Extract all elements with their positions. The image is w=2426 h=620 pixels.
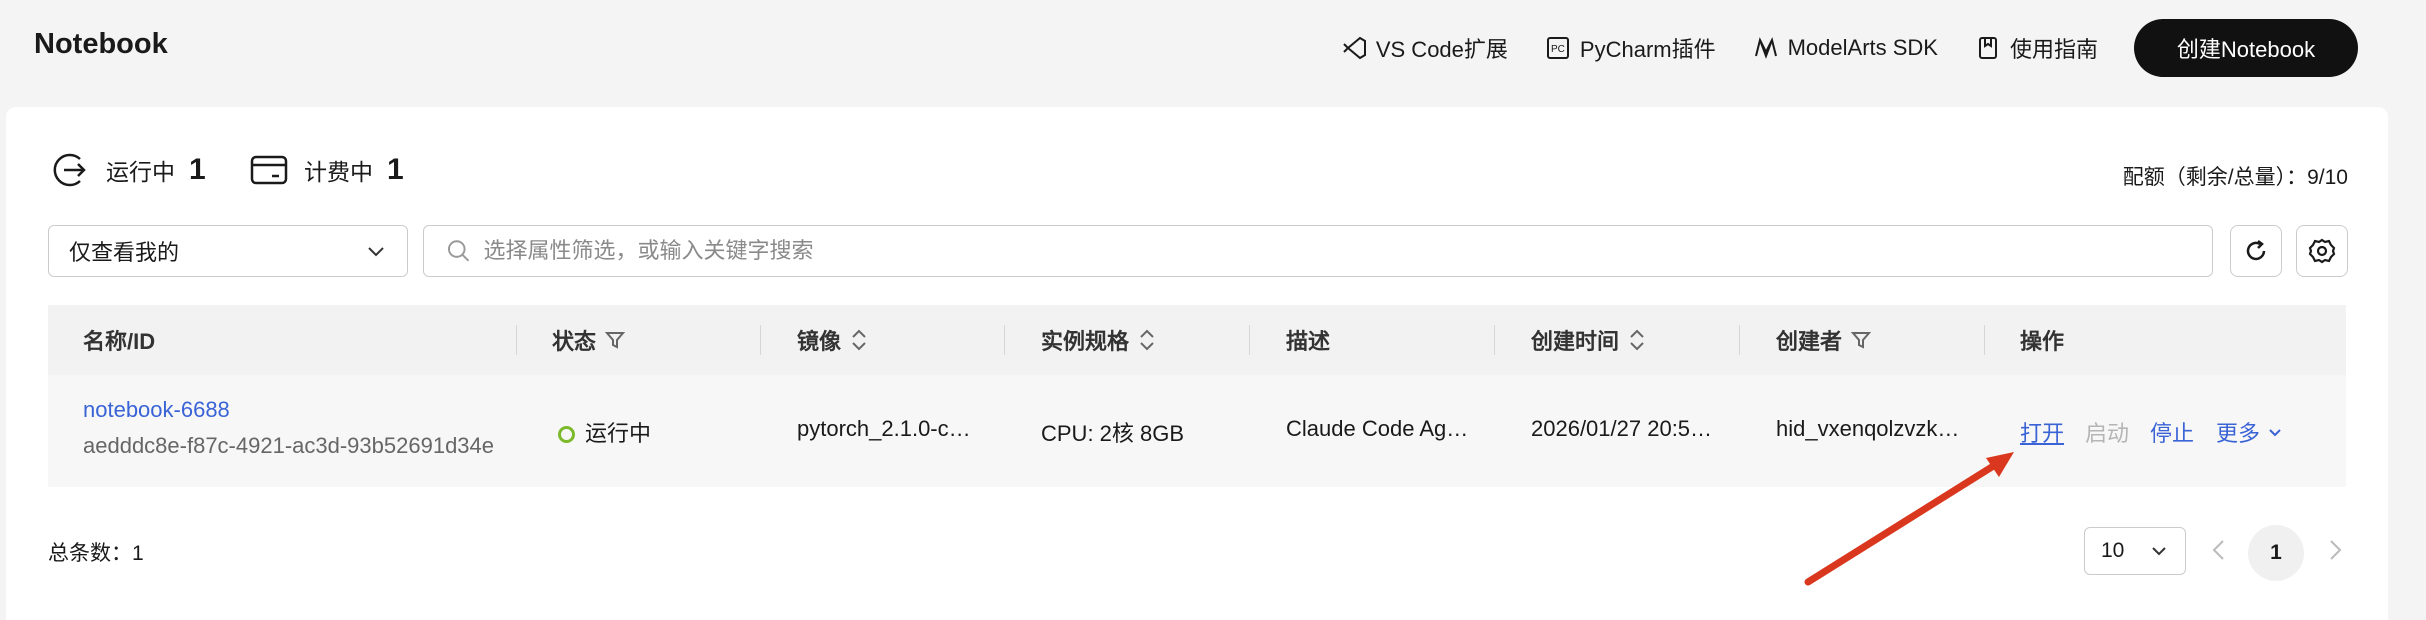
column-header-creator: 创建者 bbox=[1776, 324, 1872, 356]
column-divider[interactable] bbox=[516, 325, 517, 355]
search-icon bbox=[447, 240, 470, 262]
more-action-label: 更多 bbox=[2216, 421, 2261, 446]
header-links: VS Code扩展 PC PyCharm插件 ModelArts SDK 使用指… bbox=[1340, 18, 2426, 78]
notebook-id: aedddc8e-f87c-4921-ac3d-93b52691d34e bbox=[83, 433, 495, 458]
column-name-label: 名称/ID bbox=[83, 329, 156, 354]
billing-stat[interactable]: 计费中 1 bbox=[248, 149, 404, 191]
chevron-down-icon bbox=[2269, 429, 2281, 437]
creator-cell: hid_vxenqolzvzk… bbox=[1776, 416, 1960, 441]
chevron-down-icon bbox=[368, 247, 384, 257]
column-divider[interactable] bbox=[1249, 325, 1250, 355]
column-divider[interactable] bbox=[1004, 325, 1005, 355]
notebook-table: 名称/ID 状态 镜像 实例规格 描述 创建时间 创建者 操作 notebook… bbox=[48, 305, 2346, 487]
billing-card-icon bbox=[250, 155, 288, 185]
sort-icon[interactable] bbox=[1627, 328, 1647, 352]
book-icon bbox=[1978, 37, 1997, 59]
guide-link-label: 使用指南 bbox=[2009, 37, 2098, 62]
user-guide-link[interactable]: 使用指南 bbox=[1974, 32, 2098, 64]
filter-icon[interactable] bbox=[604, 329, 626, 351]
column-image-label: 镜像 bbox=[797, 329, 842, 354]
column-header-actions: 操作 bbox=[2020, 324, 2064, 356]
column-actions-label: 操作 bbox=[2020, 329, 2065, 354]
page-size-value: 10 bbox=[2101, 539, 2125, 562]
open-action[interactable]: 打开 bbox=[2020, 416, 2064, 448]
search-input[interactable] bbox=[483, 238, 2190, 264]
created-time-cell: 2026/01/27 20:5… bbox=[1531, 416, 1713, 441]
running-status-icon bbox=[558, 426, 575, 443]
pycharm-link-label: PyCharm插件 bbox=[1579, 37, 1716, 62]
chevron-down-icon bbox=[2152, 547, 2166, 556]
spec-cell: CPU: 2核 8GB bbox=[1041, 421, 1185, 446]
settings-button[interactable] bbox=[2296, 225, 2348, 277]
status-text: 运行中 bbox=[585, 421, 652, 446]
refresh-button[interactable] bbox=[2230, 225, 2282, 277]
column-header-spec: 实例规格 bbox=[1041, 324, 1157, 356]
column-status-label: 状态 bbox=[552, 329, 597, 354]
pycharm-plugin-link[interactable]: PC PyCharm插件 bbox=[1544, 32, 1716, 64]
column-creator-label: 创建者 bbox=[1776, 329, 1843, 354]
refresh-icon bbox=[2246, 240, 2266, 261]
column-divider[interactable] bbox=[1494, 325, 1495, 355]
running-stat[interactable]: 运行中 1 bbox=[50, 149, 206, 191]
sdk-link-label: ModelArts SDK bbox=[1787, 35, 1938, 60]
column-desc-label: 描述 bbox=[1286, 329, 1331, 354]
search-box[interactable] bbox=[423, 225, 2213, 277]
page-title: Notebook bbox=[34, 28, 168, 60]
filter-icon[interactable] bbox=[1850, 329, 1872, 351]
running-label: 运行中 bbox=[106, 159, 175, 185]
next-page-icon[interactable] bbox=[2324, 537, 2346, 563]
pycharm-icon: PC bbox=[1546, 37, 1569, 59]
column-spec-label: 实例规格 bbox=[1041, 329, 1130, 354]
table-header: 名称/ID 状态 镜像 实例规格 描述 创建时间 创建者 操作 bbox=[48, 305, 2346, 375]
vscode-icon bbox=[1343, 36, 1366, 60]
column-created-label: 创建时间 bbox=[1531, 329, 1620, 354]
description-cell: Claude Code Ag… bbox=[1286, 416, 1469, 441]
column-header-status: 状态 bbox=[552, 324, 626, 356]
current-page-button[interactable]: 1 bbox=[2248, 525, 2304, 581]
quota-text: 配额（剩余/总量）：9/10 bbox=[2122, 166, 2348, 189]
running-count: 1 bbox=[189, 153, 206, 186]
modelarts-icon bbox=[1754, 37, 1777, 59]
status-cell: 运行中 bbox=[558, 416, 651, 448]
create-notebook-button[interactable]: 创建Notebook bbox=[2134, 19, 2358, 77]
column-divider[interactable] bbox=[1984, 325, 1985, 355]
table-row: notebook-6688 aedddc8e-f87c-4921-ac3d-93… bbox=[48, 375, 2346, 487]
page-header: Notebook VS Code扩展 PC PyCharm插件 ModelArt… bbox=[0, 0, 2426, 100]
svg-text:PC: PC bbox=[1551, 44, 1565, 55]
modelarts-sdk-link[interactable]: ModelArts SDK bbox=[1752, 34, 1938, 62]
column-divider[interactable] bbox=[760, 325, 761, 355]
sort-icon[interactable] bbox=[849, 328, 869, 352]
page-size-select[interactable]: 10 bbox=[2084, 527, 2186, 575]
column-divider[interactable] bbox=[1739, 325, 1740, 355]
billing-count: 1 bbox=[387, 153, 404, 186]
column-header-name: 名称/ID bbox=[83, 324, 155, 356]
scope-select[interactable]: 仅查看我的 bbox=[48, 225, 408, 277]
previous-page-icon[interactable] bbox=[2208, 537, 2230, 563]
notebook-name-link[interactable]: notebook-6688 bbox=[83, 397, 230, 423]
gear-icon bbox=[2308, 238, 2336, 264]
more-actions-dropdown[interactable]: 更多 bbox=[2216, 416, 2284, 448]
start-action: 启动 bbox=[2085, 421, 2130, 446]
running-icon bbox=[53, 153, 86, 187]
total-count: 总条数：1 bbox=[48, 542, 144, 565]
vscode-extension-link[interactable]: VS Code扩展 bbox=[1340, 32, 1508, 64]
billing-label: 计费中 bbox=[304, 159, 373, 185]
column-header-desc: 描述 bbox=[1286, 324, 1330, 356]
stop-action[interactable]: 停止 bbox=[2150, 416, 2194, 448]
notebook-list-card: 运行中 1 计费中 1 配额（剩余/总量）：9/10 仅查看我的 选择属性筛选，… bbox=[6, 107, 2388, 620]
column-header-image: 镜像 bbox=[797, 324, 869, 356]
column-header-created: 创建时间 bbox=[1531, 324, 1647, 356]
vscode-link-label: VS Code扩展 bbox=[1375, 37, 1508, 62]
scope-select-value: 仅查看我的 bbox=[69, 240, 180, 265]
image-cell: pytorch_2.1.0-cu… bbox=[797, 416, 982, 441]
sort-icon[interactable] bbox=[1137, 328, 1157, 352]
